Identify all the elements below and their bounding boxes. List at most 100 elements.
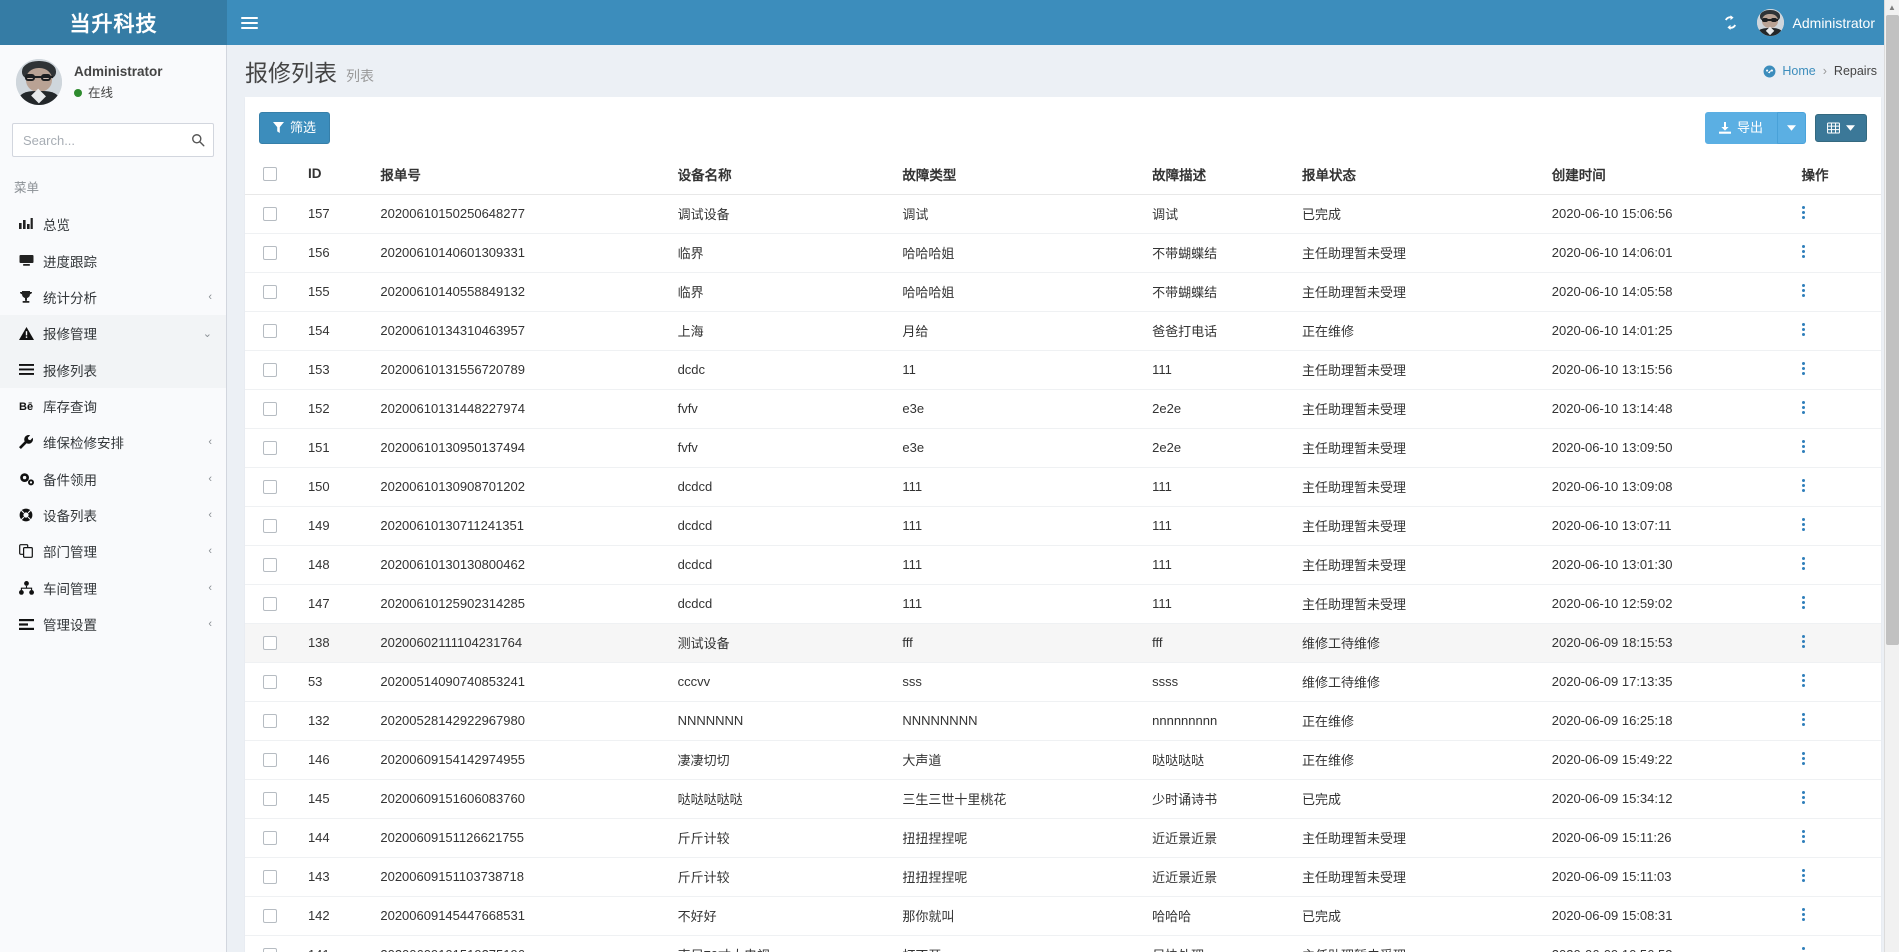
cell-created: 2020-06-10 14:06:01 — [1544, 233, 1794, 272]
kebab-menu-icon[interactable] — [1802, 945, 1805, 952]
scroll-up-arrow-icon[interactable]: ▲ — [1885, 0, 1899, 15]
kebab-menu-icon[interactable] — [1802, 516, 1805, 533]
table-row[interactable]: 15720200610150250648277调试设备调试调试已完成2020-0… — [245, 194, 1881, 233]
kebab-menu-icon[interactable] — [1802, 594, 1805, 611]
row-checkbox[interactable] — [263, 363, 277, 377]
table-toolbar: 筛选 导出 — [245, 100, 1881, 154]
table-row[interactable]: 14920200610130711241351dcdcd111111主任助理暂未… — [245, 506, 1881, 545]
sidebar-item-overview[interactable]: 总览 — [0, 206, 226, 242]
sidebar-toggle-button[interactable] — [227, 0, 272, 45]
row-checkbox[interactable] — [263, 558, 277, 572]
breadcrumb-home-link[interactable]: Home — [1763, 64, 1815, 78]
table-row[interactable]: 15620200610140601309331临界哈哈哈姐不带蝴蝶结主任助理暂未… — [245, 233, 1881, 272]
row-checkbox[interactable] — [263, 597, 277, 611]
column-header-order-no[interactable]: 报单号 — [372, 154, 669, 195]
sidebar-item-spare-parts[interactable]: 备件领用 ‹ — [0, 460, 226, 496]
cell-actions — [1794, 623, 1881, 662]
kebab-menu-icon[interactable] — [1802, 204, 1805, 221]
kebab-menu-icon[interactable] — [1802, 477, 1805, 494]
column-header-fault-desc[interactable]: 故障描述 — [1144, 154, 1294, 195]
table-row[interactable]: 15520200610140558849132临界哈哈哈姐不带蝴蝶结主任助理暂未… — [245, 272, 1881, 311]
column-header-created[interactable]: 创建时间 — [1544, 154, 1794, 195]
kebab-menu-icon[interactable] — [1802, 711, 1805, 728]
table-row[interactable]: 15120200610130950137494fvfve3e2e2e主任助理暂未… — [245, 428, 1881, 467]
sidebar-subitem-label: 报修列表 — [43, 360, 212, 380]
kebab-menu-icon[interactable] — [1802, 243, 1805, 260]
column-chooser-button[interactable] — [1815, 114, 1867, 142]
row-checkbox[interactable] — [263, 285, 277, 299]
row-checkbox[interactable] — [263, 792, 277, 806]
sidebar-item-repair-list[interactable]: 报修列表 — [0, 352, 226, 388]
kebab-menu-icon[interactable] — [1802, 867, 1805, 884]
sidebar-item-inventory-query[interactable]: Bē 库存查询 — [0, 388, 226, 424]
refresh-button[interactable] — [1711, 0, 1751, 45]
row-checkbox[interactable] — [263, 636, 277, 650]
page-scrollbar[interactable]: ▲ — [1884, 0, 1899, 952]
column-header-status[interactable]: 报单状态 — [1294, 154, 1544, 195]
row-checkbox[interactable] — [263, 753, 277, 767]
kebab-menu-icon[interactable] — [1802, 399, 1805, 416]
kebab-menu-icon[interactable] — [1802, 906, 1805, 923]
row-checkbox[interactable] — [263, 324, 277, 338]
table-row[interactable]: 13220200528142922967980NNNNNNNNNNNNNNNnn… — [245, 701, 1881, 740]
table-row[interactable]: 15020200610130908701202dcdcd111111主任助理暂未… — [245, 467, 1881, 506]
sidebar-item-workshop-management[interactable]: 车间管理 ‹ — [0, 570, 226, 606]
column-header-device-name[interactable]: 设备名称 — [670, 154, 895, 195]
kebab-menu-icon[interactable] — [1802, 360, 1805, 377]
table-row[interactable]: 15220200610131448227974fvfve3e2e2e主任助理暂未… — [245, 389, 1881, 428]
kebab-menu-icon[interactable] — [1802, 555, 1805, 572]
sidebar-item-admin-settings[interactable]: 管理设置 ‹ — [0, 606, 226, 642]
row-checkbox[interactable] — [263, 207, 277, 221]
table-row[interactable]: 14420200609151126621755斤斤计较扭扭捏捏呢近近景近景主任助… — [245, 818, 1881, 857]
column-header-fault-type[interactable]: 故障类型 — [894, 154, 1144, 195]
sidebar-item-label: 部门管理 — [43, 541, 208, 561]
row-checkbox[interactable] — [263, 402, 277, 416]
kebab-menu-icon[interactable] — [1802, 282, 1805, 299]
kebab-menu-icon[interactable] — [1802, 750, 1805, 767]
sidebar-item-department-management[interactable]: 部门管理 ‹ — [0, 533, 226, 569]
row-checkbox[interactable] — [263, 948, 277, 952]
kebab-menu-icon[interactable] — [1802, 321, 1805, 338]
kebab-menu-icon[interactable] — [1802, 828, 1805, 845]
export-dropdown-toggle[interactable] — [1777, 112, 1806, 144]
sidebar-item-maintenance-schedule[interactable]: 维保检修安排 ‹ — [0, 424, 226, 460]
row-checkbox[interactable] — [263, 714, 277, 728]
sidebar-item-progress-tracking[interactable]: 进度跟踪 — [0, 242, 226, 278]
table-row[interactable]: 5320200514090740853241cccvvsssssss维修工待维修… — [245, 662, 1881, 701]
table-row[interactable]: 14620200609154142974955凄凄切切大声道哒哒哒哒正在维修20… — [245, 740, 1881, 779]
column-header-id[interactable]: ID — [300, 154, 372, 195]
row-checkbox[interactable] — [263, 441, 277, 455]
row-checkbox[interactable] — [263, 480, 277, 494]
table-row[interactable]: 14520200609151606083760哒哒哒哒哒三生三世十里桃花少时诵诗… — [245, 779, 1881, 818]
brand-logo[interactable]: 当升科技 — [0, 0, 227, 45]
table-row[interactable]: 14120200609101519275196索尼70寸大电视打不开尽快处理主任… — [245, 935, 1881, 952]
table-row[interactable]: 14220200609145447668531不好好那你就叫哈哈哈已完成2020… — [245, 896, 1881, 935]
sidebar-item-device-list[interactable]: 设备列表 ‹ — [0, 497, 226, 533]
table-row[interactable]: 15320200610131556720789dcdc11111主任助理暂未受理… — [245, 350, 1881, 389]
row-checkbox[interactable] — [263, 519, 277, 533]
filter-button[interactable]: 筛选 — [259, 112, 330, 144]
kebab-menu-icon[interactable] — [1802, 438, 1805, 455]
export-button[interactable]: 导出 — [1705, 112, 1777, 144]
row-checkbox[interactable] — [263, 831, 277, 845]
table-row[interactable]: 14320200609151103738718斤斤计较扭扭捏捏呢近近景近景主任助… — [245, 857, 1881, 896]
select-all-checkbox[interactable] — [263, 167, 277, 181]
sidebar-item-repair-management[interactable]: 报修管理 ⌄ — [0, 315, 226, 351]
table-row[interactable]: 14820200610130130800462dcdcd111111主任助理暂未… — [245, 545, 1881, 584]
kebab-menu-icon[interactable] — [1802, 672, 1805, 689]
kebab-menu-icon[interactable] — [1802, 633, 1805, 650]
row-checkbox[interactable] — [263, 909, 277, 923]
row-checkbox[interactable] — [263, 675, 277, 689]
sidebar-item-statistics[interactable]: 统计分析 ‹ — [0, 279, 226, 315]
table-row[interactable]: 13820200602111104231764测试设备ffffff维修工待维修2… — [245, 623, 1881, 662]
kebab-menu-icon[interactable] — [1802, 789, 1805, 806]
user-menu[interactable]: Administrator — [1751, 0, 1883, 45]
row-checkbox[interactable] — [263, 246, 277, 260]
scrollbar-thumb[interactable] — [1886, 15, 1899, 645]
row-checkbox[interactable] — [263, 870, 277, 884]
search-button[interactable] — [182, 123, 214, 157]
table-row[interactable]: 15420200610134310463957上海月给爸爸打电话正在维修2020… — [245, 311, 1881, 350]
navbar-right: Administrator — [1711, 0, 1899, 45]
table-row[interactable]: 14720200610125902314285dcdcd111111主任助理暂未… — [245, 584, 1881, 623]
cell-id: 143 — [300, 857, 372, 896]
